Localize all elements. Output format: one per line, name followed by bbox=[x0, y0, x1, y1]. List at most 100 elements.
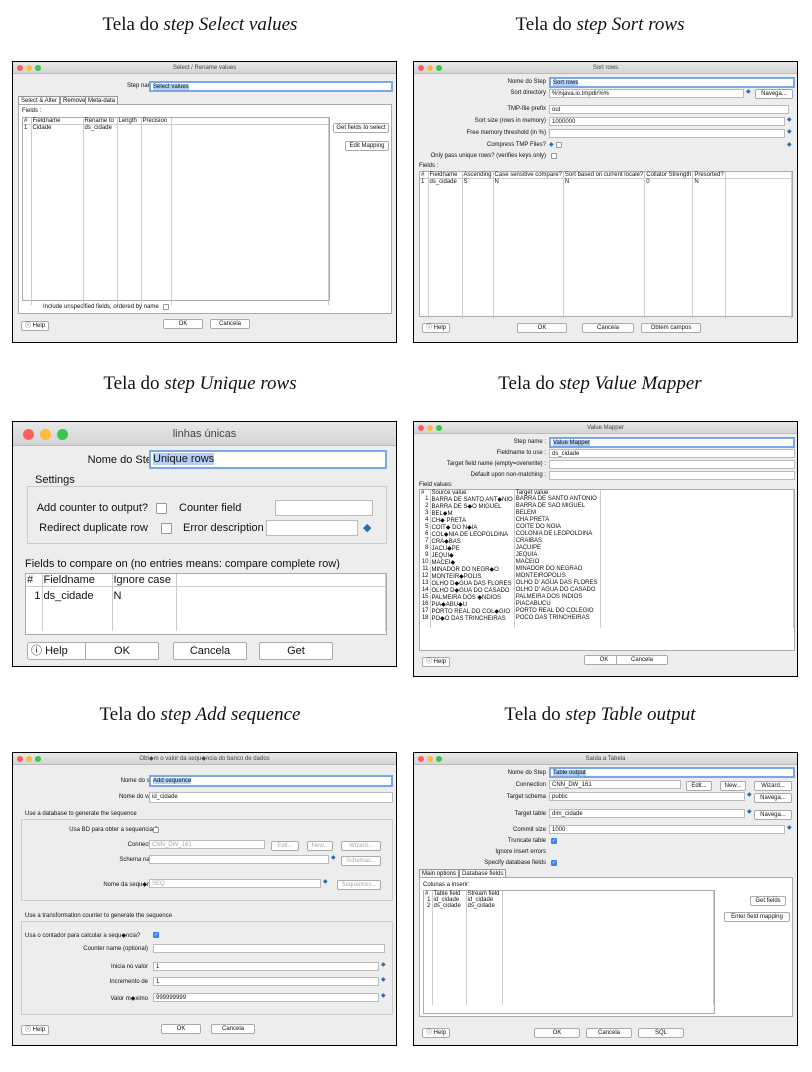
ok-button[interactable]: OK bbox=[161, 1024, 201, 1034]
minimize-light[interactable] bbox=[26, 756, 32, 762]
browse-schema-button[interactable]: Navega... bbox=[754, 793, 792, 803]
add-counter-checkbox[interactable] bbox=[156, 503, 167, 514]
sort-size-input[interactable]: 1000000 bbox=[549, 117, 785, 126]
wizard-button[interactable]: Wizard... bbox=[341, 841, 381, 851]
sort-directory-input[interactable]: %%java.io.tmpdir%% bbox=[549, 89, 744, 98]
sequence-name-input[interactable]: SEQ bbox=[149, 879, 321, 888]
cancel-button[interactable]: Cancela bbox=[211, 1024, 255, 1034]
compress-checkbox[interactable] bbox=[556, 142, 562, 148]
close-light[interactable] bbox=[17, 65, 23, 71]
error-description-input[interactable] bbox=[266, 520, 358, 536]
table-row[interactable]: 10 MACEI◆ MACEIO bbox=[420, 559, 795, 566]
step-name-input[interactable]: Select values bbox=[149, 81, 393, 92]
target-table-input[interactable]: dim_cidade bbox=[549, 809, 745, 818]
free-memory-input[interactable] bbox=[549, 129, 785, 138]
table-row[interactable]: 5 COIT◆ DO N◆IA COITE DO NOIA bbox=[420, 524, 795, 531]
start-value-input[interactable]: 1 bbox=[153, 962, 379, 971]
help-button[interactable]: ⓘ Help bbox=[21, 1025, 50, 1035]
default-input[interactable] bbox=[549, 471, 795, 480]
table-row[interactable]: 3 BEL◆M BELEM bbox=[420, 510, 795, 517]
table-row[interactable]: 4 CH◆ PRETA CHA PRETA bbox=[420, 517, 795, 524]
commit-size-input[interactable]: 1000 bbox=[549, 825, 785, 834]
truncate-checkbox[interactable]: ✓ bbox=[551, 838, 557, 844]
target-field-input[interactable] bbox=[549, 460, 795, 469]
browse-table-button[interactable]: Navega... bbox=[754, 810, 792, 820]
max-value-input[interactable]: 999999999 bbox=[153, 993, 379, 1002]
get-fields-button[interactable]: Obtem campos bbox=[641, 323, 701, 333]
use-counter-checkbox[interactable]: ✓ bbox=[153, 932, 159, 938]
get-fields-button[interactable]: Get fields to select bbox=[333, 123, 389, 133]
unique-rows-checkbox[interactable] bbox=[551, 153, 557, 159]
help-button[interactable]: ⓘ Help bbox=[27, 642, 89, 660]
sql-button[interactable]: SQL bbox=[638, 1028, 684, 1038]
close-light[interactable] bbox=[418, 65, 424, 71]
edit-mapping-button[interactable]: Edit Mapping bbox=[345, 141, 389, 151]
table-row[interactable]: 6 COL◆NIA DE LEOPOLDINA COLONIA DE LEOPOLD… bbox=[420, 531, 795, 538]
close-light[interactable] bbox=[418, 425, 424, 431]
field-values-table[interactable]: # Source value Target value 1 BARRA DE SA… bbox=[419, 489, 795, 651]
increment-input[interactable]: 1 bbox=[153, 977, 379, 986]
table-row[interactable]: 12 MONTEIR◆POLIS MONTEIROPOLIS bbox=[420, 573, 795, 580]
help-button[interactable]: ⓘ Help bbox=[422, 1028, 451, 1038]
ok-button[interactable]: OK bbox=[85, 642, 159, 660]
connection-select[interactable]: CNN_DW_161 bbox=[149, 840, 265, 849]
table-row[interactable]: 14 OLHO D◆GUA DO CASADO OLHO D' AGUA DO CA… bbox=[420, 587, 795, 594]
table-row[interactable]: 16 PIA◆ABU◆U PIACABUCU bbox=[420, 601, 795, 608]
connection-select[interactable]: CNN_DW_161 bbox=[549, 780, 681, 789]
value-name-input[interactable]: id_cidade bbox=[149, 792, 393, 803]
get-fields-button[interactable]: Get fields bbox=[750, 896, 786, 906]
table-row[interactable]: 1 Cidade ds_cidade bbox=[23, 124, 329, 305]
table-row[interactable]: 1 ds_cidade N bbox=[26, 586, 386, 631]
zoom-light[interactable] bbox=[436, 425, 442, 431]
close-light[interactable] bbox=[23, 429, 34, 440]
counter-field-input[interactable] bbox=[275, 500, 373, 516]
get-fields-button[interactable]: Get bbox=[259, 642, 333, 660]
minimize-light[interactable] bbox=[427, 65, 433, 71]
new-connection-button[interactable]: New... bbox=[720, 781, 746, 791]
cancel-button[interactable]: Cancela bbox=[210, 319, 250, 329]
compare-fields-table[interactable]: # Fieldname Ignore case 1 ds_cidade N bbox=[25, 573, 387, 635]
sort-fields-table[interactable]: # Fieldname Ascending Case sensitive com… bbox=[419, 171, 793, 319]
minimize-light[interactable] bbox=[427, 756, 433, 762]
ok-button[interactable]: OK bbox=[534, 1028, 580, 1038]
browse-button[interactable]: Navega... bbox=[755, 89, 793, 99]
cancel-button[interactable]: Cancela bbox=[173, 642, 247, 660]
specify-fields-checkbox[interactable]: ✓ bbox=[551, 860, 557, 866]
target-schema-input[interactable]: public bbox=[549, 792, 745, 801]
edit-connection-button[interactable]: Edit... bbox=[686, 781, 712, 791]
cancel-button[interactable]: Cancela bbox=[616, 655, 668, 665]
table-row[interactable]: 8 JACU◆PE JACUIPE bbox=[420, 545, 795, 552]
zoom-light[interactable] bbox=[436, 756, 442, 762]
ok-button[interactable]: OK bbox=[163, 319, 203, 329]
zoom-light[interactable] bbox=[35, 65, 41, 71]
redirect-checkbox[interactable] bbox=[161, 523, 172, 534]
step-name-input[interactable]: Unique rows bbox=[149, 450, 387, 469]
tmp-prefix-input[interactable]: out bbox=[549, 105, 789, 114]
include-unspecified-checkbox[interactable] bbox=[163, 304, 169, 310]
help-button[interactable]: ⓘ Help bbox=[21, 321, 50, 331]
use-db-checkbox[interactable] bbox=[153, 827, 159, 833]
fieldname-select[interactable]: ds_cidade bbox=[549, 449, 795, 458]
wizard-button[interactable]: Wizard... bbox=[754, 781, 792, 791]
minimize-light[interactable] bbox=[26, 65, 32, 71]
minimize-light[interactable] bbox=[427, 425, 433, 431]
table-row[interactable]: 11 MINADOR DO NEGR◆O MINADOR DO NEGRAO bbox=[420, 566, 795, 573]
help-button[interactable]: ⓘ Help bbox=[422, 657, 451, 667]
table-row[interactable]: 1 ds_cidade S N N 0 N bbox=[420, 178, 793, 319]
edit-connection-button[interactable]: Edit... bbox=[271, 841, 299, 851]
table-row[interactable]: 13 OLHO D◆GUA DAS FLORES OLHO D' AGUA DAS … bbox=[420, 580, 795, 587]
help-button[interactable]: ⓘ Help bbox=[422, 323, 451, 333]
close-light[interactable] bbox=[17, 756, 23, 762]
zoom-light[interactable] bbox=[35, 756, 41, 762]
cancel-button[interactable]: Cancela bbox=[582, 323, 634, 333]
close-light[interactable] bbox=[418, 756, 424, 762]
table-row[interactable]: 2 BARRA DE S◆O MIGUEL BARRA DE SAO MIGUEL bbox=[420, 503, 795, 510]
zoom-light[interactable] bbox=[436, 65, 442, 71]
zoom-light[interactable] bbox=[57, 429, 68, 440]
table-row[interactable]: 9 JEQUI◆ JEQUIA bbox=[420, 552, 795, 559]
schema-input[interactable] bbox=[149, 855, 329, 864]
enter-mapping-button[interactable]: Enter field mapping bbox=[724, 912, 790, 922]
cancel-button[interactable]: Cancela bbox=[586, 1028, 632, 1038]
table-row[interactable]: 15 PALMEIRA DOS ◆NDIOS PALMEIRA DOS INDIOS bbox=[420, 594, 795, 601]
table-row[interactable]: 18 PO◆O DAS TRINCHEIRAS POCO DAS TRINCHEIR… bbox=[420, 615, 795, 622]
